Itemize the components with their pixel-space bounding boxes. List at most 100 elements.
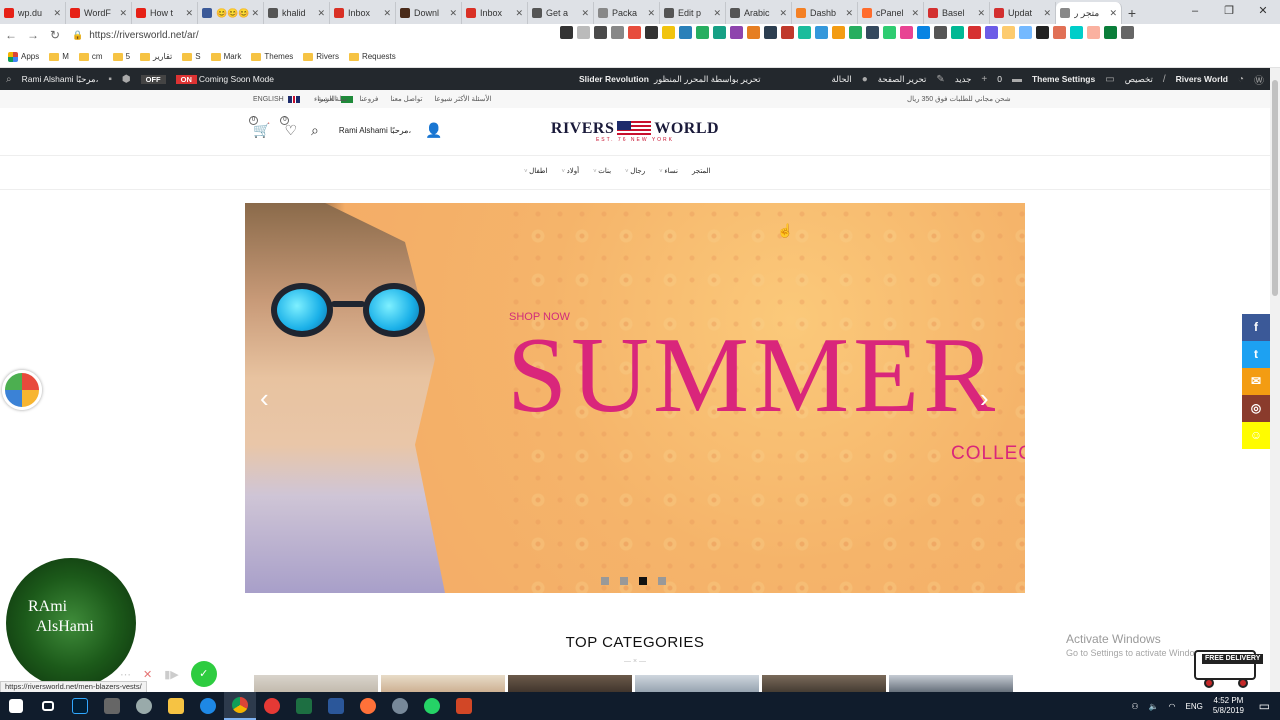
bookmark-item[interactable]: Themes: [251, 52, 293, 61]
browser-tab[interactable]: Edit p ✕: [660, 2, 726, 24]
email-icon[interactable]: ✉: [1242, 368, 1270, 395]
top-link[interactable]: فروعنا: [359, 95, 378, 103]
bookmark-item[interactable]: Mark: [210, 52, 241, 61]
extension-icon[interactable]: [798, 26, 811, 39]
close-tab-icon[interactable]: ✕: [383, 8, 391, 19]
bookmark-item[interactable]: تقارير: [140, 52, 172, 61]
edit-page-link[interactable]: تحرير الصفحة: [878, 74, 927, 85]
ie-icon[interactable]: [192, 692, 224, 720]
slider-dot[interactable]: [620, 577, 628, 585]
close-tab-icon[interactable]: ✕: [449, 8, 457, 19]
nav-item[interactable]: المتجر: [692, 167, 711, 175]
extension-icon[interactable]: [832, 26, 845, 39]
wishlist-icon[interactable]: ♡ 0: [280, 116, 297, 139]
browser-tab[interactable]: Dashb ✕: [792, 2, 858, 24]
extension-icon[interactable]: [696, 26, 709, 39]
browser-tab[interactable]: Updat ✕: [990, 2, 1056, 24]
people-icon[interactable]: ⚇: [1131, 702, 1138, 711]
address-bar[interactable]: 🔒 https://riversworld.net/ar/: [72, 26, 602, 44]
bookmark-item[interactable]: Requests: [348, 52, 396, 61]
english-link[interactable]: ENGLISH: [253, 96, 284, 103]
extension-icon[interactable]: [713, 26, 726, 39]
bookmark-item[interactable]: Rivers: [303, 52, 339, 61]
close-tab-icon[interactable]: ✕: [1109, 8, 1117, 19]
extension-icon[interactable]: [1053, 26, 1066, 39]
instagram-icon[interactable]: ◎: [1242, 395, 1270, 422]
close-tab-icon[interactable]: ✕: [515, 8, 523, 19]
search-icon[interactable]: ⌕: [311, 122, 319, 139]
extension-icon[interactable]: [883, 26, 896, 39]
cube-icon[interactable]: ⬢: [122, 74, 131, 85]
browser-tab[interactable]: Basel ✕: [924, 2, 990, 24]
browser-tab[interactable]: khalid ✕: [264, 2, 330, 24]
wifi-icon[interactable]: ◠: [1169, 702, 1176, 711]
close-tab-icon[interactable]: ✕: [317, 8, 325, 19]
status-link[interactable]: الحالة: [832, 74, 852, 85]
excel-icon[interactable]: [288, 692, 320, 720]
browser-tab[interactable]: WordF ✕: [66, 2, 132, 24]
close-tab-icon[interactable]: ✕: [977, 8, 985, 19]
toggle-off-label[interactable]: OFF: [140, 74, 166, 84]
browser-tab[interactable]: Inbox ✕: [330, 2, 396, 24]
checkmark-icon[interactable]: ✓: [190, 661, 217, 687]
file-explorer-icon[interactable]: [160, 692, 192, 720]
extension-icon[interactable]: [1002, 26, 1015, 39]
scrollbar-thumb[interactable]: [1272, 80, 1278, 296]
twitter-icon[interactable]: t: [1242, 341, 1270, 368]
extension-icon[interactable]: [611, 26, 624, 39]
clock[interactable]: 4:52 PM 5/8/2019: [1213, 696, 1244, 716]
search-icon[interactable]: ⌕: [6, 74, 12, 85]
browser-tab[interactable]: Packa ✕: [594, 2, 660, 24]
extension-icon[interactable]: [917, 26, 930, 39]
slider-dot[interactable]: [601, 577, 609, 585]
comments-count[interactable]: 0: [997, 74, 1002, 84]
extension-icon[interactable]: [628, 26, 641, 39]
new-link[interactable]: جديد: [955, 74, 972, 85]
notification-icon[interactable]: ▭: [1259, 699, 1270, 713]
admin-user-link[interactable]: Rami Alshami مرحبًا،: [22, 74, 99, 85]
visual-editor-link[interactable]: تحرير بواسطة المحرر المنظور: [654, 74, 761, 85]
bookmark-item[interactable]: 5: [112, 52, 130, 61]
close-tab-icon[interactable]: ✕: [647, 8, 655, 19]
toggle-on-label[interactable]: ON: [175, 74, 197, 84]
extension-icon[interactable]: [747, 26, 760, 39]
language-indicator[interactable]: ENG: [1186, 702, 1203, 711]
extension-icon[interactable]: [594, 26, 607, 39]
close-tab-icon[interactable]: ✕: [251, 8, 259, 19]
menu-icon[interactable]: [1121, 26, 1134, 39]
close-tab-icon[interactable]: ✕: [1043, 8, 1051, 19]
extension-icon[interactable]: [1087, 26, 1100, 39]
browser-tab[interactable]: Arabic ✕: [726, 2, 792, 24]
comment-icon[interactable]: ▪: [108, 74, 112, 85]
page-scrollbar[interactable]: [1270, 68, 1280, 692]
camera-icon[interactable]: [560, 26, 573, 39]
browser-tab[interactable]: cPanel ✕: [858, 2, 924, 24]
app-icon[interactable]: [128, 692, 160, 720]
browser-tab[interactable]: Inbox ✕: [462, 2, 528, 24]
color-wheel-icon[interactable]: [2, 370, 42, 410]
minimize-button[interactable]: –: [1178, 0, 1212, 22]
close-tab-icon[interactable]: ✕: [845, 8, 853, 19]
extension-icon[interactable]: [730, 26, 743, 39]
close-tab-icon[interactable]: ✕: [779, 8, 787, 19]
close-tab-icon[interactable]: ✕: [581, 8, 589, 19]
browser-tab[interactable]: wp.du ✕: [0, 2, 66, 24]
powerpoint-icon[interactable]: [448, 692, 480, 720]
coming-soon-link[interactable]: Coming Soon Mode: [199, 74, 274, 84]
more-icon[interactable]: ⋯: [120, 668, 131, 681]
chrome-icon[interactable]: [224, 692, 256, 720]
star-icon[interactable]: [577, 26, 590, 39]
firefox-icon[interactable]: [352, 692, 384, 720]
volume-icon[interactable]: 🔈: [1149, 702, 1159, 711]
extension-icon[interactable]: [968, 26, 981, 39]
customize-link[interactable]: تخصيص: [1125, 74, 1153, 85]
account-name[interactable]: Rami Alshami مرحبًا،: [339, 126, 411, 135]
extension-icon[interactable]: [951, 26, 964, 39]
app-icon[interactable]: [256, 692, 288, 720]
extension-icon[interactable]: [900, 26, 913, 39]
bookmark-item[interactable]: cm: [78, 52, 103, 61]
whatsapp-icon[interactable]: [416, 692, 448, 720]
nav-item[interactable]: نساء: [659, 167, 678, 175]
bookmark-item[interactable]: S: [182, 52, 201, 61]
extension-icon[interactable]: [849, 26, 862, 39]
